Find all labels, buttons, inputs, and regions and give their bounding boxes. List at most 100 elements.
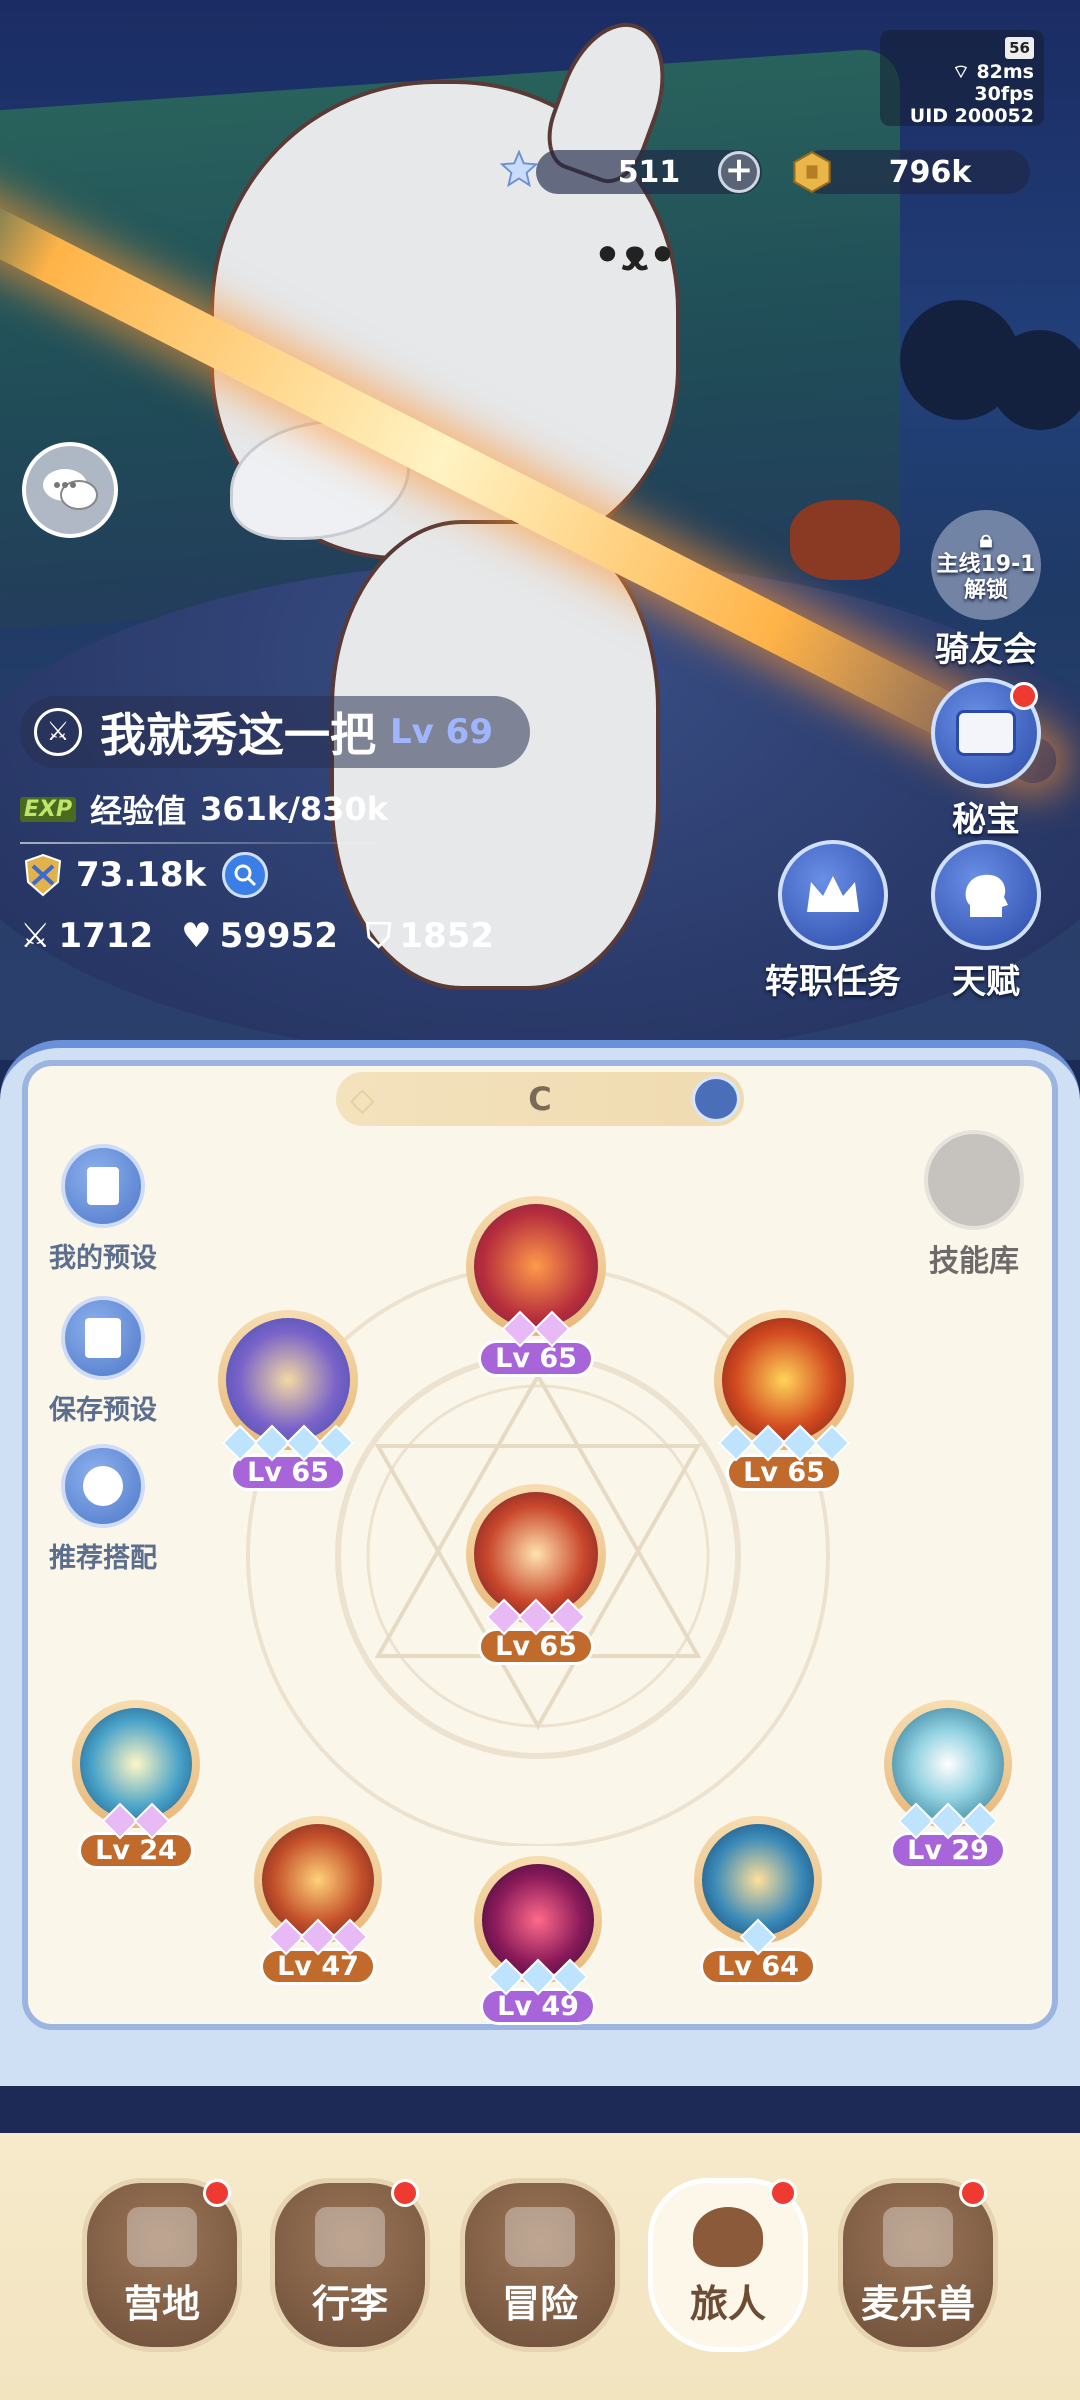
defense-value: 1852 [399, 916, 495, 956]
tab-bag[interactable]: 行李 [270, 2178, 430, 2352]
locked-indicator: 🔒︎ 主线19-1 解锁 [931, 510, 1041, 620]
chat-button[interactable] [22, 442, 118, 538]
skill-slot-1[interactable]: Lv 65 [466, 1196, 606, 1377]
skill-slot-5[interactable]: Lv 24 [72, 1700, 200, 1869]
power-shield-icon [24, 853, 62, 897]
star-gem-icon [500, 150, 538, 188]
notification-dot [391, 2179, 419, 2207]
crown-icon [778, 840, 888, 950]
attack-icon: ⚔ [20, 916, 51, 956]
notification-dot [959, 2179, 987, 2207]
save-disk-icon [61, 1296, 145, 1380]
coin-currency: 796k [800, 150, 1030, 194]
tab-pets[interactable]: 麦乐兽 [838, 2178, 998, 2352]
save-preset-button[interactable]: 保存预设 [28, 1296, 178, 1427]
skill-slot-9[interactable]: Lv 29 [884, 1700, 1012, 1869]
power-value: 73.18k [76, 855, 207, 895]
preset-cards-icon [61, 1144, 145, 1228]
ping-text: 82ms [976, 61, 1034, 83]
uid-text: UID 200052 [909, 105, 1034, 127]
recommend-button[interactable]: 推荐搭配 [28, 1444, 178, 1575]
mount-club-button[interactable]: 🔒︎ 主线19-1 解锁 骑友会 [926, 510, 1046, 671]
head-brain-icon [931, 840, 1041, 950]
castle-icon [127, 2207, 197, 2267]
mount-club-label: 骑友会 [935, 630, 1037, 670]
player-level: Lv 69 [390, 712, 493, 752]
recommend-orbs-icon [61, 1444, 145, 1528]
grade-diamond-left-icon: ◇ [350, 1080, 375, 1118]
heart-icon: ♥ [181, 916, 212, 956]
hp-value: 59952 [219, 916, 338, 956]
skill-level: Lv 24 [78, 1832, 194, 1869]
battery-icon: 56 [1005, 37, 1034, 59]
tab-bag-label: 行李 [311, 2282, 388, 2326]
lock-icon: 🔒︎ [979, 525, 993, 553]
my-presets-label: 我的预设 [49, 1243, 157, 1274]
exp-value: 361k/830k [200, 790, 388, 828]
traveler-face-icon [693, 2207, 763, 2267]
scene-tree [990, 330, 1080, 430]
tab-camp[interactable]: 营地 [82, 2178, 242, 2352]
talent-label: 天赋 [952, 962, 1020, 1002]
wifi-icon: ⌔ [951, 61, 970, 83]
tab-adventure-label: 冒险 [501, 2282, 578, 2326]
exp-tag: EXP [20, 796, 77, 822]
skill-slot-2[interactable]: Lv 65 [218, 1310, 358, 1491]
tab-traveler-label: 旅人 [689, 2282, 766, 2326]
coin-icon [793, 150, 831, 194]
tab-adventure[interactable]: 冒险 [460, 2178, 620, 2352]
divider [20, 842, 420, 844]
skill-library-icon [924, 1130, 1024, 1230]
player-name-bar[interactable]: ⚔ 我就秀这一把 Lv 69 [20, 696, 530, 768]
notification-dot [203, 2179, 231, 2207]
grade-bar[interactable]: ◇ C [336, 1072, 744, 1126]
chat-icon [43, 469, 98, 510]
add-currency-button[interactable]: + [718, 151, 760, 193]
book-icon[interactable] [692, 1076, 740, 1122]
player-name: 我就秀这一把 [100, 708, 376, 762]
search-icon [234, 864, 257, 887]
crossed-swords-icon [505, 2207, 575, 2267]
skill-level: Lv 65 [726, 1454, 842, 1491]
skill-slot-7[interactable]: Lv 49 [474, 1856, 602, 2025]
tab-traveler[interactable]: 旅人 [648, 2178, 808, 2352]
title-badge-icon: ⚔ [34, 708, 82, 756]
treasure-label: 秘宝 [952, 800, 1020, 840]
my-presets-button[interactable]: 我的预设 [28, 1144, 178, 1275]
status-box: 56 ⌔ 82ms 30fps UID 200052 [880, 30, 1044, 127]
skill-library-button[interactable]: 技能库 [904, 1130, 1044, 1280]
stats-row: ⚔ 1712 ♥ 59952 ⛉ 1852 [20, 916, 494, 956]
skill-slot-3[interactable]: Lv 65 [714, 1310, 854, 1491]
power-detail-button[interactable] [222, 852, 269, 898]
recommend-label: 推荐搭配 [49, 1543, 157, 1574]
treasure-button[interactable]: 秘宝 [926, 678, 1046, 841]
grade-text: C [528, 1080, 552, 1118]
skill-slot-6[interactable]: Lv 47 [254, 1816, 382, 1985]
skill-library-label: 技能库 [929, 1244, 1019, 1279]
unlock-condition: 主线19-1 [936, 552, 1036, 577]
exp-label: 经验值 [90, 792, 187, 830]
star-count: 511 [617, 154, 681, 190]
coin-count: 796k [888, 154, 972, 190]
notification-dot [1010, 682, 1038, 710]
skill-slot-4[interactable]: Lv 65 [466, 1484, 606, 1665]
job-quest-button[interactable]: 转职任务 [758, 840, 908, 1003]
tab-pets-label: 麦乐兽 [860, 2282, 975, 2326]
unlock-label: 解锁 [963, 578, 1008, 603]
job-quest-label: 转职任务 [765, 962, 901, 1002]
scene-creature [790, 500, 900, 580]
save-preset-label: 保存预设 [49, 1395, 157, 1426]
fox-face-icon [883, 2207, 953, 2267]
power-row: 73.18k [20, 852, 269, 898]
attack-value: 1712 [58, 916, 154, 956]
skill-level: Lv 65 [478, 1340, 594, 1377]
tab-camp-label: 营地 [123, 2282, 200, 2326]
talent-button[interactable]: 天赋 [926, 840, 1046, 1003]
exp-row: EXP 经验值 361k/830k [20, 786, 388, 832]
chest-icon [315, 2207, 385, 2267]
defense-shield-icon: ⛉ [365, 916, 392, 956]
skill-slot-8[interactable]: Lv 64 [694, 1816, 822, 1985]
avatar-face: •ᴥ• [593, 230, 677, 281]
notification-dot [769, 2179, 797, 2207]
skill-level: Lv 65 [230, 1454, 346, 1491]
